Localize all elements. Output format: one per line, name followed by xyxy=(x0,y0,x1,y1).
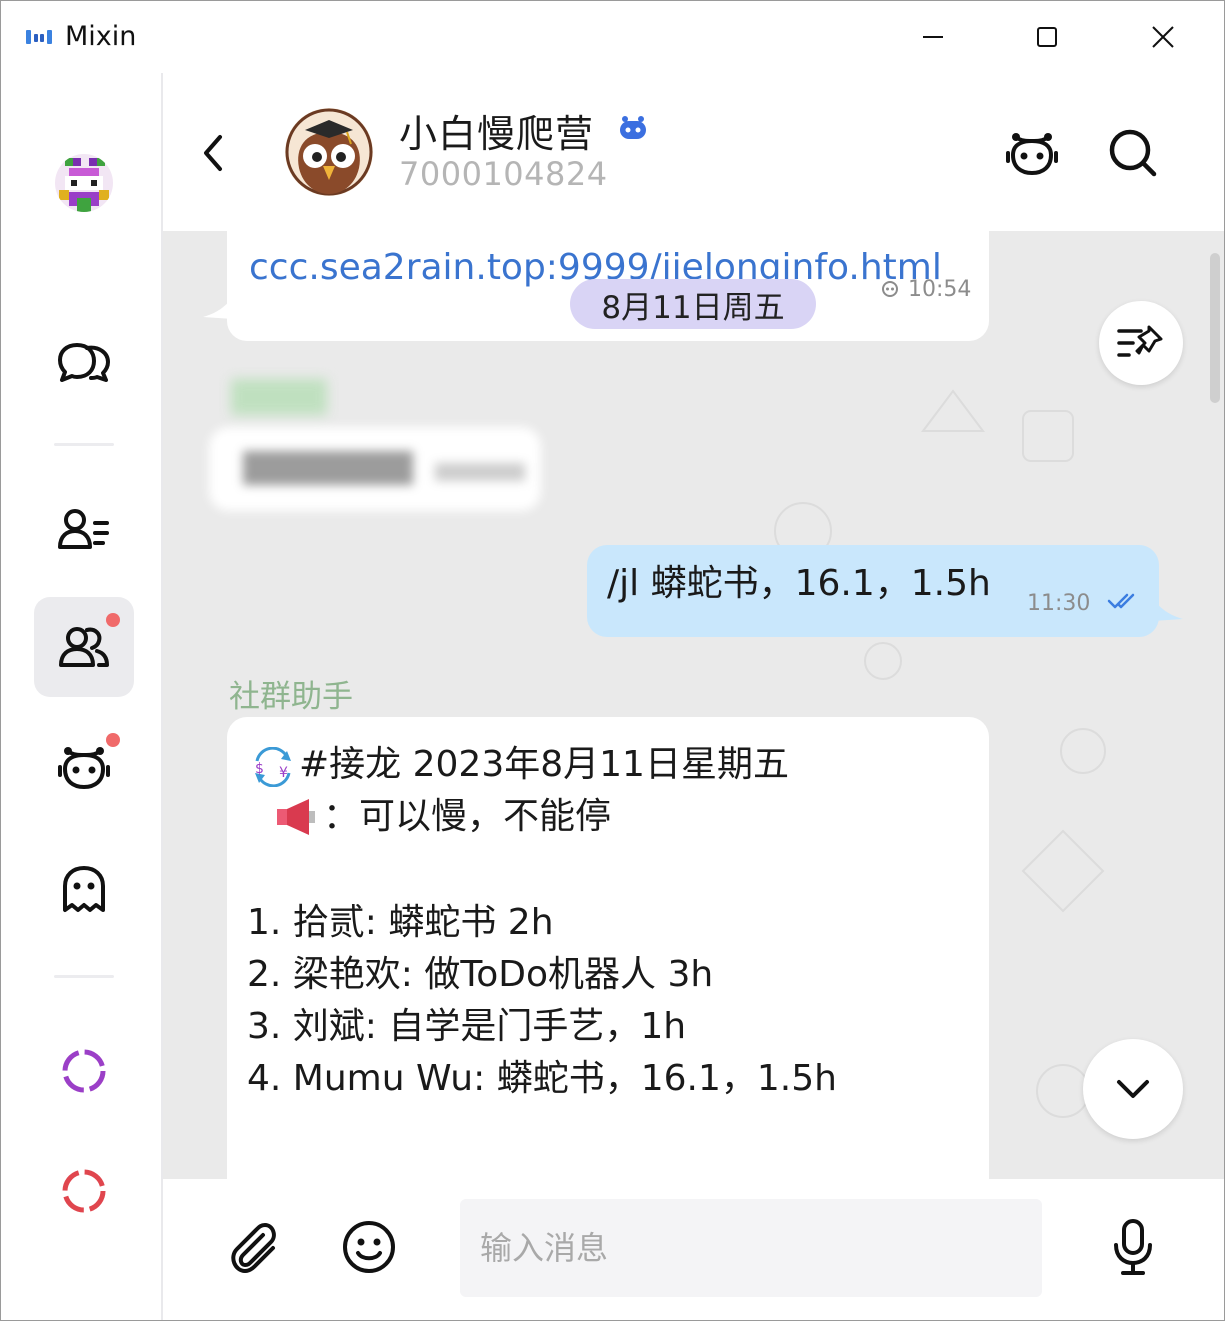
emoji-button[interactable] xyxy=(339,1217,399,1277)
microphone-icon xyxy=(1114,1219,1152,1275)
group-id: 7000104824 xyxy=(399,155,608,193)
mixin-logo-icon xyxy=(26,30,52,44)
blurred-message[interactable] xyxy=(209,427,541,511)
svg-text:¥: ¥ xyxy=(279,765,288,781)
notification-badge xyxy=(106,613,120,627)
maximize-button[interactable] xyxy=(1017,15,1077,59)
circle-icon xyxy=(62,1049,106,1093)
circle-icon xyxy=(62,1169,106,1213)
date-divider: 8月11日周五 xyxy=(570,279,816,329)
maximize-icon xyxy=(1037,27,1057,47)
search-button[interactable] xyxy=(1103,123,1163,183)
notification-badge xyxy=(106,733,120,747)
chevron-left-icon xyxy=(204,135,222,171)
list-item: 3. 刘斌: 自学是门手艺，1h xyxy=(247,1006,687,1047)
minimize-icon xyxy=(923,36,943,38)
sidebar-item-circle-purple[interactable] xyxy=(34,1021,134,1121)
message-time: 11:30 xyxy=(1027,591,1091,616)
list-item: 1. 拾贰: 蟒蛇书 2h xyxy=(247,902,554,943)
app-window: Mixin 小白慢爬营 7000104824 ccc.sea2rain.top:… xyxy=(0,0,1225,1321)
scrollbar[interactable] xyxy=(1210,253,1220,403)
message-list[interactable]: ccc.sea2rain.top:9999/jielonginfo.html 1… xyxy=(163,231,1224,1179)
blurred-meta xyxy=(435,463,525,481)
group-bot-button[interactable] xyxy=(1002,123,1062,183)
sidebar-item-bots[interactable] xyxy=(34,717,134,817)
bubble-tail xyxy=(1153,599,1183,621)
message-line: ：可以慢，不能停 xyxy=(323,796,612,837)
pinned-messages-button[interactable] xyxy=(1099,301,1183,385)
title-bar: Mixin xyxy=(1,1,1224,73)
blurred-text xyxy=(243,451,413,485)
owl-avatar-icon xyxy=(285,108,373,196)
ghost-icon xyxy=(63,866,105,912)
bot-icon xyxy=(1006,133,1058,176)
message-input[interactable] xyxy=(460,1199,1042,1297)
bubble-tail xyxy=(203,297,233,319)
exchange-icon: $ ¥ xyxy=(255,747,291,787)
close-icon xyxy=(1152,26,1174,48)
avatar xyxy=(55,154,113,212)
search-icon xyxy=(1109,129,1157,177)
profile-avatar[interactable] xyxy=(34,133,134,233)
sidebar-item-groups[interactable] xyxy=(34,597,134,697)
close-button[interactable] xyxy=(1133,15,1193,59)
bot-message[interactable]: $ ¥ #接龙 2023年8月11日星期五 ：可以慢，不能停 1. 拾贰: 蟒蛇… xyxy=(227,717,989,1179)
sidebar-item-contacts[interactable] xyxy=(34,479,134,579)
message-time: 10:54 xyxy=(908,277,972,302)
outgoing-message[interactable]: /jl 蟒蛇书，16.1，1.5h 11:30 xyxy=(587,545,1159,637)
message-text: /jl 蟒蛇书，16.1，1.5h xyxy=(607,563,991,604)
chat-bubbles-icon xyxy=(58,343,110,382)
paperclip-icon xyxy=(231,1222,276,1274)
scroll-to-bottom-button[interactable] xyxy=(1083,1039,1183,1139)
pin-list-icon xyxy=(1117,325,1163,357)
minimize-button[interactable] xyxy=(903,15,963,59)
message-composer xyxy=(163,1179,1224,1320)
list-item: 2. 梁艳欢: 做ToDo机器人 3h xyxy=(247,954,714,995)
smiley-icon xyxy=(343,1221,395,1273)
chevron-down-icon xyxy=(1117,1080,1149,1098)
contact-list-icon xyxy=(58,509,109,549)
megaphone-icon xyxy=(277,799,315,835)
sidebar-divider xyxy=(54,975,114,978)
attach-button[interactable] xyxy=(223,1217,283,1277)
back-button[interactable] xyxy=(193,125,233,181)
sidebar-item-chats[interactable] xyxy=(34,313,134,413)
sidebar-item-strangers[interactable] xyxy=(34,839,134,939)
sidebar-item-circle-red[interactable] xyxy=(34,1141,134,1241)
bot-small-icon xyxy=(882,281,898,297)
voice-button[interactable] xyxy=(1103,1217,1163,1277)
sidebar xyxy=(1,73,163,1320)
bot-icon xyxy=(58,747,110,790)
read-receipt-icon xyxy=(1107,593,1135,609)
svg-text:$: $ xyxy=(255,761,264,777)
app-title: Mixin xyxy=(65,21,137,52)
sender-name[interactable]: 社群助手 xyxy=(229,671,353,716)
page-title: 小白慢爬营 xyxy=(399,112,595,156)
message-line: #接龙 2023年8月11日星期五 xyxy=(299,744,789,785)
sidebar-divider xyxy=(54,443,114,446)
group-avatar[interactable] xyxy=(285,108,373,196)
bot-badge-icon xyxy=(620,116,646,139)
chat-header: 小白慢爬营 7000104824 xyxy=(163,73,1224,232)
blurred-sender xyxy=(231,379,327,415)
list-item: 4. Mumu Wu: 蟒蛇书，16.1，1.5h xyxy=(247,1058,837,1099)
group-icon xyxy=(59,627,109,667)
